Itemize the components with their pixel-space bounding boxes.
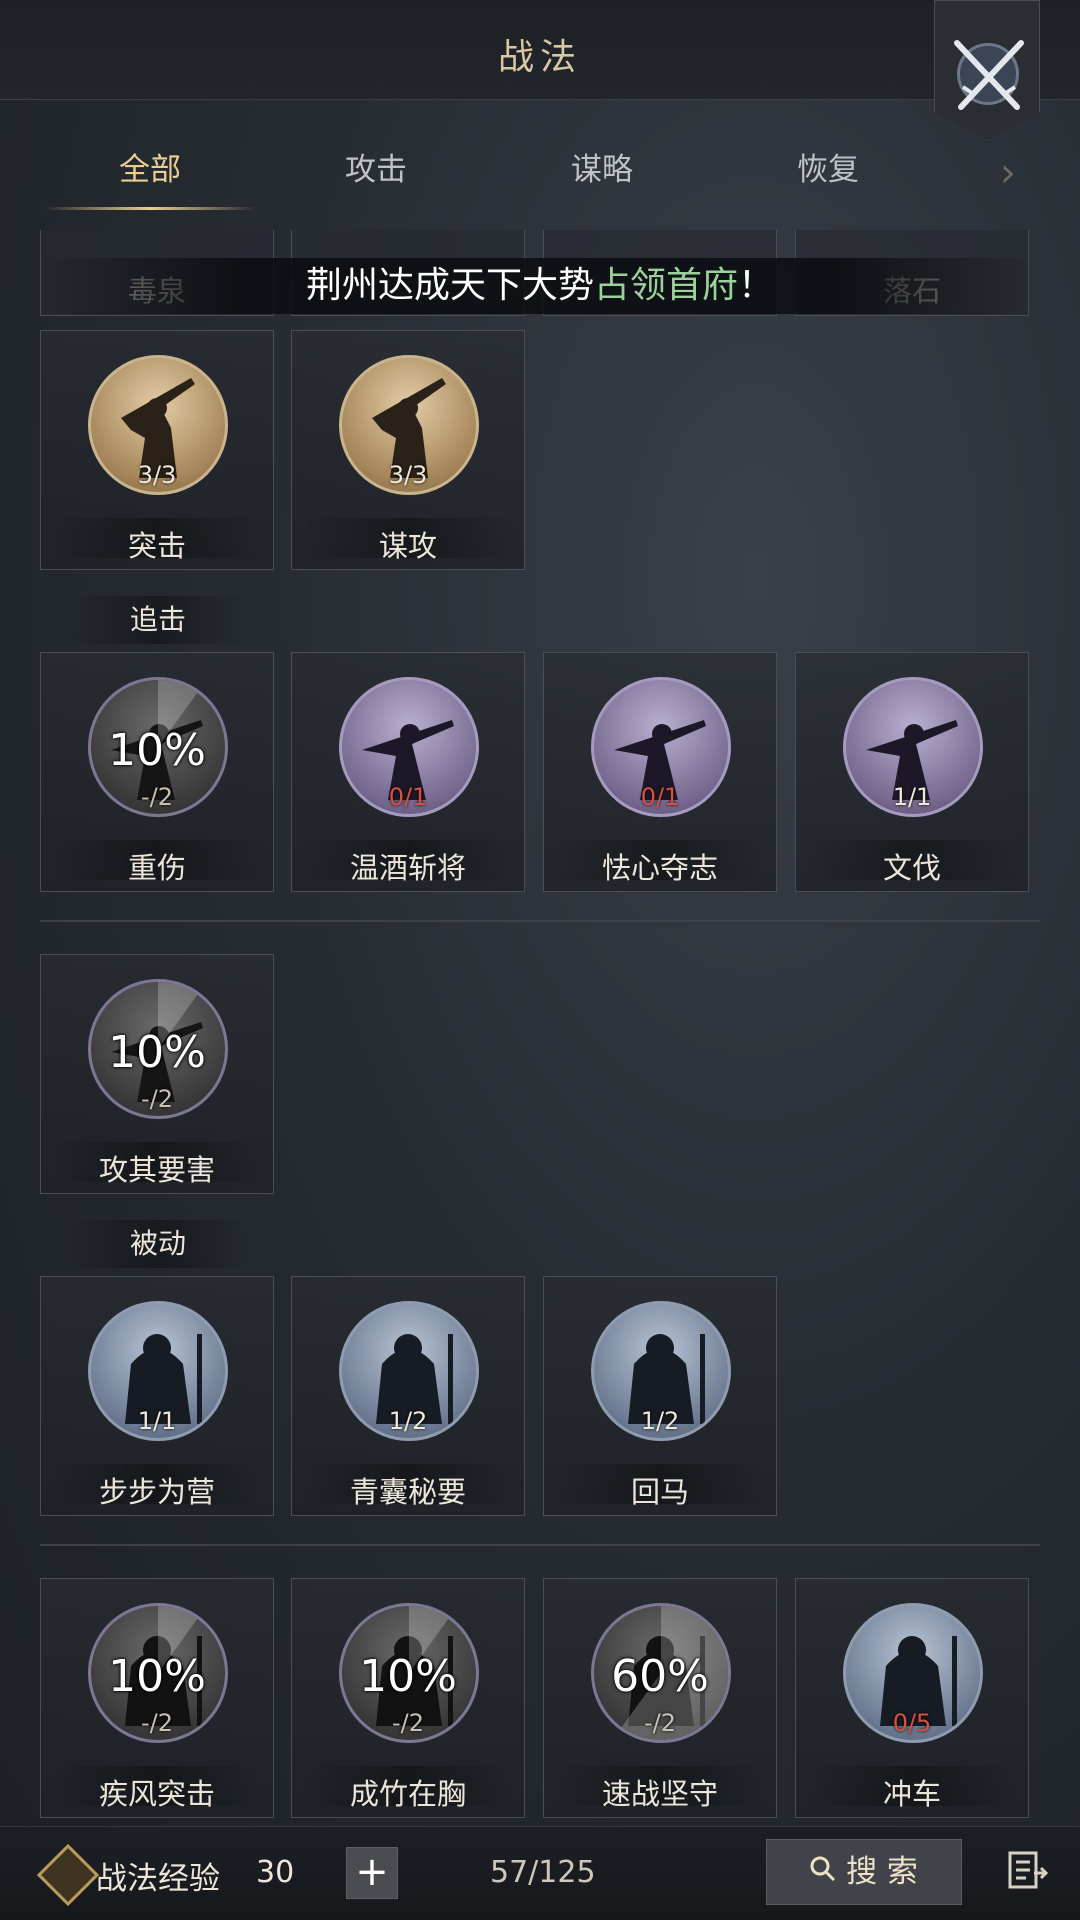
tactic-card[interactable]: 10% -/2 疾风突击 [40,1578,274,1818]
add-exp-button[interactable]: + [346,1847,398,1899]
divider [40,1544,1040,1546]
tactic-name: 文伐 [882,851,941,885]
app-root: 战法 全部 攻击 谋略 恢复 › 毒泉 落石 荆州达成天下大势占领首府！ 3/3… [0,0,1080,1920]
tactic-count: -/2 [140,1085,173,1113]
tactic-name: 成竹在胸 [349,1777,466,1811]
tactic-count: 1/2 [640,1407,680,1435]
progress-percent: 10% [359,1651,457,1702]
tactic-card[interactable]: 10% -/2 攻其要害 [40,954,274,1194]
crossed-swords-icon [954,40,1024,110]
tactic-collection-count: 57/125 [490,1855,596,1890]
tactic-name: 青囊秘要 [349,1475,466,1509]
tactic-count: 3/3 [137,461,177,489]
list-export-icon[interactable] [1006,1849,1050,1893]
tactic-card[interactable]: 1/2 回马 [543,1276,777,1516]
search-icon [810,1856,836,1882]
progress-percent: 10% [108,725,206,776]
tactic-card[interactable]: 10% -/2 重伤 [40,652,274,892]
banner-end: ！ [738,265,775,306]
search-button[interactable]: 搜 索 [766,1839,962,1905]
tactic-name: 谋攻 [378,529,437,563]
tactic-card[interactable]: 1/1 文伐 [795,652,1029,892]
tactic-count: -/2 [140,1709,173,1737]
tactic-card[interactable]: 0/1 怯心夺志 [543,652,777,892]
page-title: 战法 [497,37,582,78]
tactic-count: -/2 [643,1709,676,1737]
tactic-count: 3/3 [388,461,428,489]
bottom-bar: 战法经验 30 + 57/125 搜 索 [0,1826,1080,1920]
tactic-count: 1/1 [137,1407,177,1435]
progress-percent: 10% [108,1651,206,1702]
tactic-name: 攻其要害 [98,1153,215,1187]
tactic-card[interactable]: 60% -/2 速战坚守 [543,1578,777,1818]
progress-percent: 60% [611,1651,709,1702]
tactic-count: 1/2 [388,1407,428,1435]
banner-highlight: 占领首府 [593,265,738,306]
banner-text: 荆州达成天下大势 [305,265,594,306]
tactic-count: -/2 [391,1709,424,1737]
tactic-exp-label: 战法经验 [96,1861,220,1897]
tactic-card[interactable]: 3/3 突击 [40,330,274,570]
tab-recovery[interactable]: 恢复 [718,140,938,210]
divider [40,920,1040,922]
tactic-name: 速战坚守 [601,1777,718,1811]
tactic-card[interactable]: 10% -/2 成竹在胸 [291,1578,525,1818]
tactic-name: 步步为营 [98,1475,215,1509]
tactic-name: 突击 [127,529,186,563]
notification-banner: 荆州达成天下大势占领首府！ [40,258,1040,314]
tactic-card[interactable]: 1/2 青囊秘要 [291,1276,525,1516]
tactic-name: 怯心夺志 [601,851,718,885]
close-button[interactable] [934,0,1040,140]
tab-strategy[interactable]: 谋略 [492,140,712,210]
tactic-name: 重伤 [127,851,186,885]
search-label: 搜 索 [846,1854,918,1890]
category-tabs: 全部 攻击 谋略 恢复 [40,140,1020,210]
tactic-count: 0/5 [892,1709,932,1737]
tactic-name: 疾风突击 [98,1777,215,1811]
tactic-card[interactable]: 0/1 温酒斩将 [291,652,525,892]
tab-attack[interactable]: 攻击 [266,140,486,210]
tactic-card[interactable]: 1/1 步步为营 [40,1276,274,1516]
progress-percent: 10% [108,1027,206,1078]
tactic-count: 0/1 [388,783,428,811]
tab-all[interactable]: 全部 [40,140,260,210]
tactic-count: -/2 [140,783,173,811]
section-label-chase: 追击 [68,596,248,644]
tactic-card[interactable]: 3/3 谋攻 [291,330,525,570]
section-label-passive: 被动 [68,1220,248,1268]
tactic-exp-value: 30 [256,1855,295,1890]
chevron-right-icon[interactable]: › [1000,150,1016,196]
tactic-exp-icon [36,1843,100,1907]
tactic-name: 温酒斩将 [349,851,466,885]
header-bar: 战法 [0,0,1080,100]
tactic-count: 0/1 [640,783,680,811]
tactic-count: 1/1 [892,783,932,811]
tactic-name: 冲车 [882,1777,941,1811]
tactic-card[interactable]: 0/5 冲车 [795,1578,1029,1818]
tactic-name: 回马 [630,1475,689,1509]
